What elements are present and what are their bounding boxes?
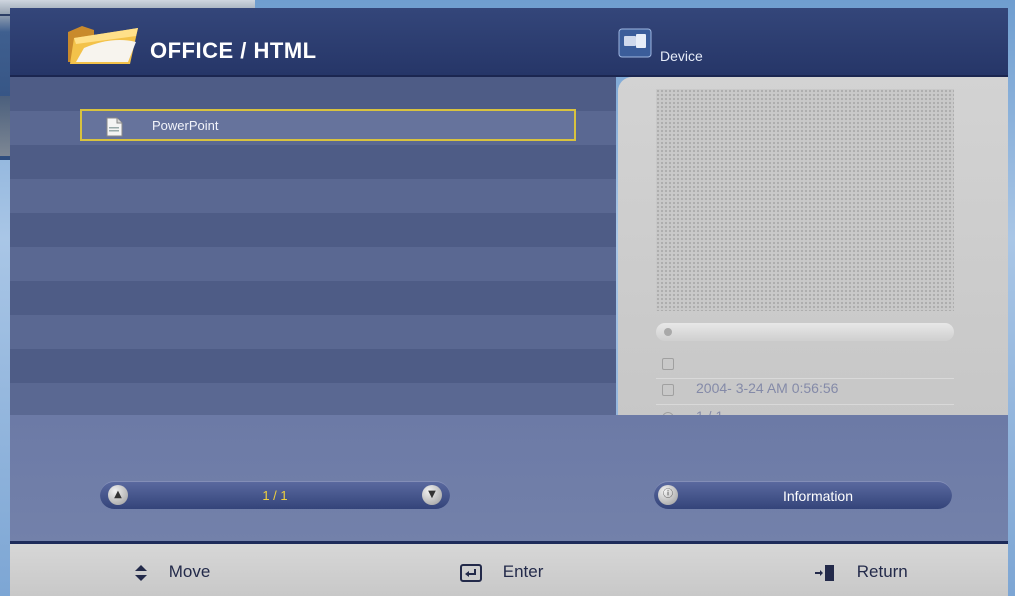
page-down-button[interactable]: ▼ bbox=[422, 485, 442, 505]
file-info-icon bbox=[662, 358, 674, 370]
page-indicator: 1 / 1 bbox=[262, 488, 288, 503]
preview-panel: 2004- 3-24 AM 0:56:56 1 / 1 bbox=[618, 77, 1008, 447]
info-icon: ⓘ bbox=[658, 485, 678, 505]
playback-progress-bar bbox=[656, 323, 954, 341]
move-arrows-icon bbox=[135, 564, 147, 581]
chevron-down-icon: ▼ bbox=[428, 489, 436, 500]
preview-thumbnail bbox=[656, 89, 954, 311]
header-bar: OFFICE / HTML Device bbox=[10, 8, 1008, 77]
list-item[interactable]: PowerPoint bbox=[80, 109, 576, 141]
device-icon bbox=[618, 28, 652, 58]
page-title: OFFICE / HTML bbox=[150, 38, 317, 63]
enter-icon bbox=[460, 563, 482, 582]
information-label: Information bbox=[782, 488, 854, 504]
return-hint[interactable]: Return bbox=[814, 562, 908, 582]
folder-icon bbox=[68, 26, 138, 64]
file-info-row bbox=[656, 352, 954, 379]
enter-hint[interactable]: Enter bbox=[460, 562, 543, 582]
enter-label: Enter bbox=[502, 562, 544, 581]
tv-media-screen: OFFICE / HTML Device PowerPoint 2004- 3-… bbox=[10, 8, 1008, 596]
pager: ▲ 1 / 1 ▼ bbox=[100, 481, 450, 509]
file-list: PowerPoint bbox=[10, 77, 616, 415]
return-label: Return bbox=[856, 562, 908, 581]
footer-bar: Move Enter Return bbox=[10, 544, 1008, 596]
information-button[interactable]: ⓘ Information bbox=[654, 481, 952, 509]
document-icon bbox=[106, 117, 123, 137]
move-hint[interactable]: Move bbox=[134, 562, 210, 582]
date-row: 2004- 3-24 AM 0:56:56 bbox=[656, 378, 954, 405]
date-icon bbox=[662, 384, 674, 396]
date-text: 2004- 3-24 AM 0:56:56 bbox=[696, 380, 839, 396]
play-icon bbox=[664, 328, 672, 336]
list-item-label: PowerPoint bbox=[152, 118, 219, 133]
return-door-icon bbox=[815, 564, 834, 581]
move-label: Move bbox=[168, 562, 211, 581]
device-label: Device bbox=[660, 48, 703, 64]
control-area bbox=[10, 415, 1008, 542]
